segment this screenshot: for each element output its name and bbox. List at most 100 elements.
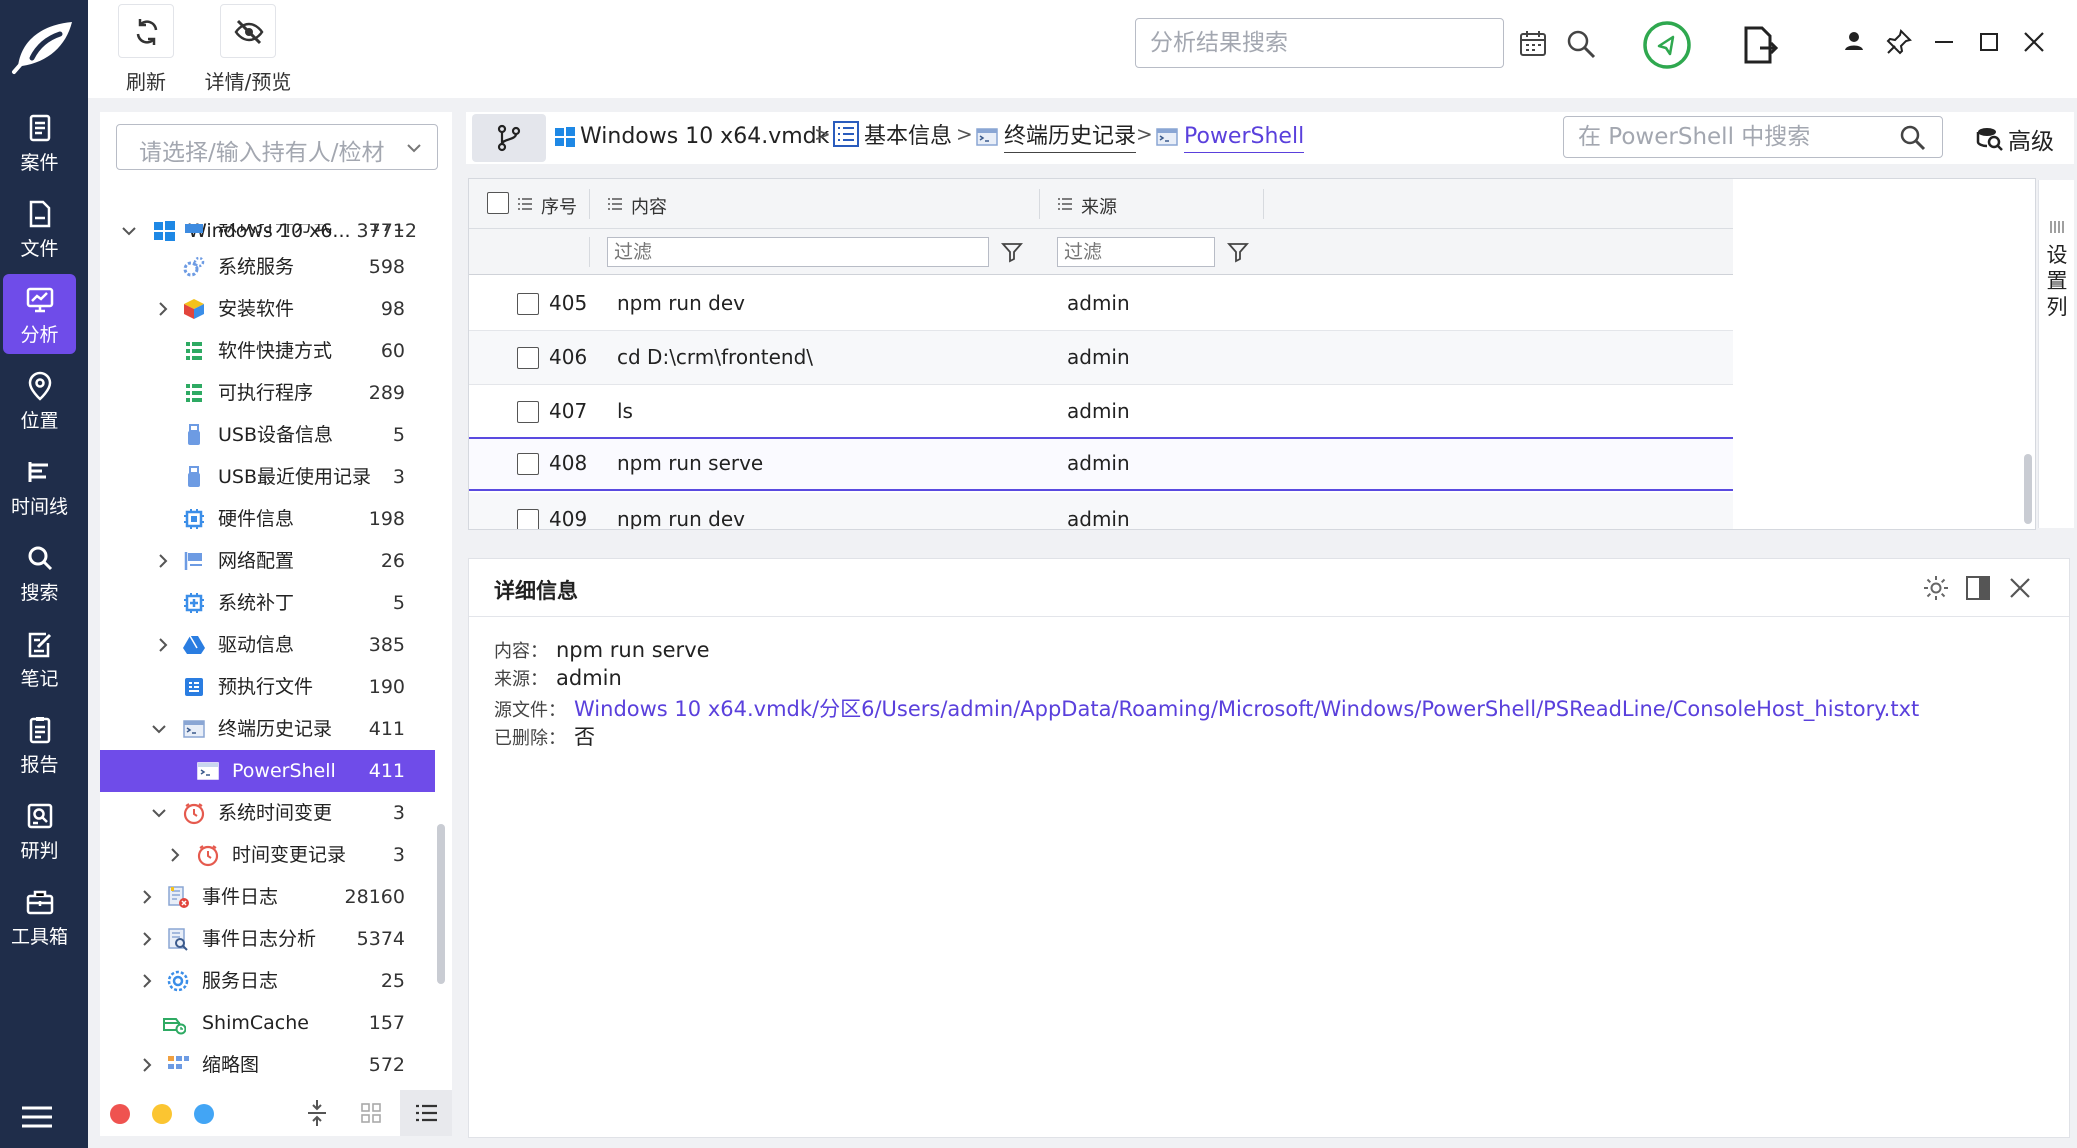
tree-item-default-open[interactable]: 默认打开方式 171: [100, 224, 435, 246]
tree-item-installed-software[interactable]: 安装软件 98: [100, 288, 435, 330]
chevron-right-icon[interactable]: [166, 846, 184, 864]
chevron-right-icon[interactable]: [138, 972, 156, 990]
table-row[interactable]: 405 npm run dev admin: [469, 277, 1733, 331]
chevron-right-icon[interactable]: [154, 300, 172, 318]
gear-icon[interactable]: [1921, 573, 1951, 603]
tree-item-usb-recent[interactable]: USB最近使用记录 3: [100, 456, 435, 498]
branch-button[interactable]: [472, 114, 546, 162]
breadcrumb-current[interactable]: PowerShell: [1184, 122, 1305, 153]
column-menu-icon[interactable]: [1057, 197, 1073, 211]
pin-button[interactable]: [1877, 20, 1921, 64]
tree-item-usb-devices[interactable]: USB设备信息 5: [100, 414, 435, 456]
table-row-selected[interactable]: 408 npm run serve admin: [469, 437, 1733, 491]
grid-view-icon[interactable]: [354, 1096, 388, 1130]
table-scrollbar[interactable]: [2024, 454, 2032, 524]
filter-icon[interactable]: [1001, 241, 1023, 263]
source-filter-input[interactable]: [1057, 237, 1215, 267]
column-menu-icon[interactable]: [517, 197, 533, 211]
search-icon[interactable]: [1564, 27, 1598, 61]
row-checkbox[interactable]: [517, 347, 539, 369]
split-panel-icon[interactable]: [1963, 573, 1993, 603]
tree-item-terminal-history[interactable]: 终端历史记录 411: [100, 708, 435, 750]
row-checkbox[interactable]: [517, 509, 539, 529]
tree-item-prefetch[interactable]: 预执行文件 190: [100, 666, 435, 708]
chevron-right-icon[interactable]: [154, 552, 172, 570]
table-row[interactable]: 409 npm run dev admin: [469, 493, 1733, 529]
minimize-button[interactable]: [1922, 20, 1966, 64]
chevron-down-icon[interactable]: [150, 804, 168, 822]
tree-item-executables[interactable]: 可执行程序 289: [100, 372, 435, 414]
collapse-all-icon[interactable]: [300, 1096, 334, 1130]
tree-item-service-log[interactable]: 服务日志 25: [100, 960, 435, 1002]
search-icon[interactable]: [1898, 123, 1928, 153]
breadcrumb-item[interactable]: 基本信息: [864, 122, 952, 152]
row-checkbox[interactable]: [517, 401, 539, 423]
close-button[interactable]: [2012, 20, 2056, 64]
nav-item-toolbox[interactable]: 工具箱: [3, 876, 76, 956]
tree-item-network[interactable]: 网络配置 26: [100, 540, 435, 582]
chevron-right-icon[interactable]: [138, 1056, 156, 1074]
column-divider[interactable]: [1039, 189, 1040, 219]
tree-scrollbar[interactable]: [437, 824, 445, 984]
breadcrumb-item[interactable]: Windows 10 x64.vmdk: [580, 122, 829, 152]
column-header-source[interactable]: 来源: [1081, 193, 1117, 219]
table-row[interactable]: 407 ls admin: [469, 385, 1733, 439]
tree-item-patches[interactable]: 系统补丁 5: [100, 582, 435, 624]
close-icon[interactable]: [2005, 573, 2035, 603]
tree-item-system-services[interactable]: 系统服务 598: [100, 246, 435, 288]
blue-dot-icon[interactable]: [194, 1104, 214, 1124]
tree-item-drivers[interactable]: 驱动信息 385: [100, 624, 435, 666]
chevron-down-icon[interactable]: [150, 720, 168, 738]
column-header-content[interactable]: 内容: [631, 193, 667, 219]
advanced-search-button[interactable]: 高级: [1972, 118, 2064, 158]
nav-item-note[interactable]: 笔记: [3, 618, 76, 698]
owner-select[interactable]: 请选择/输入持有人/检材: [116, 124, 438, 170]
result-search-input[interactable]: [1150, 27, 1400, 59]
export-file-icon[interactable]: [1738, 24, 1780, 66]
tree-item-shimcache[interactable]: ShimCache 157: [100, 1002, 435, 1044]
column-menu-icon[interactable]: [607, 197, 623, 211]
powershell-search-input[interactable]: [1578, 122, 1888, 152]
source-file-link[interactable]: Windows 10 x64.vmdk/分区6/Users/admin/AppD…: [574, 697, 1919, 721]
chevron-right-icon[interactable]: [154, 636, 172, 654]
column-divider[interactable]: [589, 189, 590, 219]
preview-toggle-button[interactable]: 详情/预览: [194, 0, 302, 98]
tree-item-powershell[interactable]: PowerShell 411: [100, 750, 435, 792]
tree-item-time-change[interactable]: 系统时间变更 3: [100, 792, 435, 834]
nav-item-report[interactable]: 报告: [3, 704, 76, 784]
breadcrumb-item[interactable]: 终端历史记录: [1004, 122, 1137, 153]
list-view-button[interactable]: [400, 1090, 452, 1136]
nav-item-analysis[interactable]: 分析: [3, 274, 76, 354]
menu-icon[interactable]: [20, 1104, 54, 1130]
tree-item-hardware[interactable]: 硬件信息 198: [100, 498, 435, 540]
column-header-id[interactable]: 序号: [541, 193, 577, 219]
tree-item-time-change-records[interactable]: 时间变更记录 3: [100, 834, 435, 876]
chevron-right-icon[interactable]: [138, 888, 156, 906]
nav-item-judge[interactable]: 研判: [3, 790, 76, 870]
chevron-right-icon[interactable]: [138, 930, 156, 948]
tree-item-thumbnails[interactable]: 缩略图 572: [100, 1044, 435, 1086]
content-filter-input[interactable]: [607, 237, 989, 267]
nav-item-file[interactable]: 文件: [3, 188, 76, 268]
nav-item-search[interactable]: 搜索: [3, 532, 76, 612]
calendar-icon[interactable]: [1518, 29, 1548, 59]
select-all-checkbox[interactable]: [487, 192, 509, 214]
row-checkbox[interactable]: [517, 453, 539, 475]
maximize-button[interactable]: [1967, 20, 2011, 64]
row-checkbox[interactable]: [517, 293, 539, 315]
tree-item-event-log[interactable]: 事件日志 28160: [100, 876, 435, 918]
red-dot-icon[interactable]: [110, 1104, 130, 1124]
column-divider[interactable]: [1263, 189, 1264, 219]
user-button[interactable]: [1832, 20, 1876, 64]
shield-status-icon[interactable]: [1642, 20, 1692, 70]
nav-item-location[interactable]: 位置: [3, 360, 76, 440]
tree-item-event-log-analysis[interactable]: 事件日志分析 5374: [100, 918, 435, 960]
yellow-dot-icon[interactable]: [152, 1104, 172, 1124]
filter-icon[interactable]: [1227, 241, 1249, 263]
nav-item-timeline[interactable]: 时间线: [3, 446, 76, 526]
refresh-button[interactable]: 刷新: [118, 0, 174, 98]
nav-item-case[interactable]: 案件: [3, 102, 76, 182]
tree-item-shortcuts[interactable]: 软件快捷方式 60: [100, 330, 435, 372]
table-row[interactable]: 406 cd D:\crm\frontend\ admin: [469, 331, 1733, 385]
column-settings-button[interactable]: 设置列: [2038, 180, 2074, 528]
